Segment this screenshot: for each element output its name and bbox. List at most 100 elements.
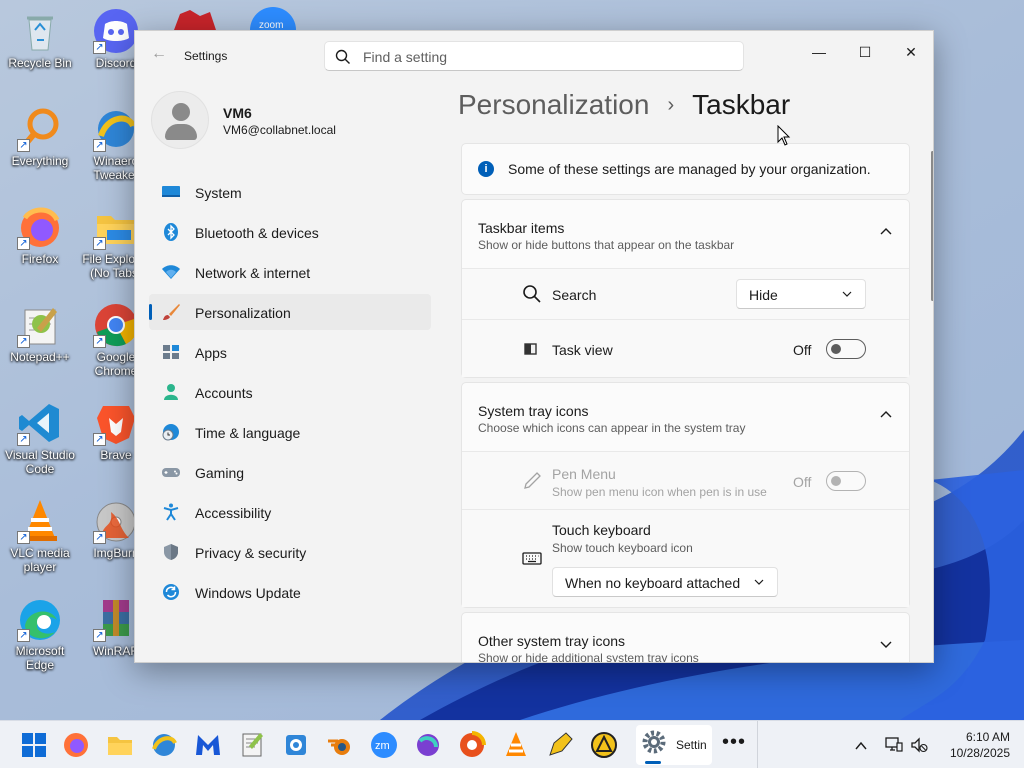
sidebar-item-label: Bluetooth & devices — [195, 225, 319, 241]
apps-icon — [163, 345, 179, 359]
vlc-icon: ↗ — [17, 498, 63, 544]
task-view-toggle[interactable] — [826, 339, 866, 359]
chevron-up-icon[interactable] — [879, 407, 893, 421]
search-box[interactable] — [324, 41, 744, 71]
search-input[interactable] — [363, 47, 733, 67]
user-profile[interactable]: VM6 VM6@collabnet.local — [151, 91, 431, 151]
sidebar-item-label: Privacy & security — [195, 545, 307, 561]
desktop-icon-recycle-bin[interactable]: Recycle Bin — [2, 8, 78, 70]
back-arrow-icon[interactable]: ← — [151, 45, 167, 63]
shortcut-arrow-icon: ↗ — [93, 531, 106, 544]
taskbar-firefox-icon[interactable] — [60, 729, 92, 761]
group-subtitle: Show or hide additional system tray icon… — [478, 651, 699, 663]
svg-text:zm: zm — [375, 740, 390, 752]
search-visibility-dropdown[interactable]: Hide — [736, 279, 866, 309]
taskbar-zoom-icon[interactable]: zm — [368, 729, 400, 761]
taskbar-malwarebytes-icon[interactable] — [192, 729, 224, 761]
sidebar-item-network[interactable]: Network & internet — [149, 254, 431, 290]
sidebar-item-label: System — [195, 185, 242, 201]
sidebar-item-accessibility[interactable]: Accessibility — [149, 494, 431, 530]
chevron-down-icon[interactable] — [879, 637, 893, 651]
system-tray-group: System tray icons Choose which icons can… — [461, 382, 910, 608]
start-button[interactable] — [18, 729, 50, 761]
user-email: VM6@collabnet.local — [223, 123, 336, 137]
discord-icon: ↗ — [93, 8, 139, 54]
shortcut-arrow-icon: ↗ — [93, 237, 106, 250]
taskbar-settings-button[interactable]: Settin — [636, 725, 712, 765]
sidebar-item-gaming[interactable]: Gaming — [149, 454, 431, 490]
chevron-up-icon[interactable] — [854, 739, 868, 753]
desktop-icon-vscode[interactable]: ↗ Visual Studio Code — [2, 400, 78, 476]
taskbar-blender-icon[interactable] — [324, 729, 356, 761]
sidebar-item-label: Personalization — [195, 305, 291, 321]
sidebar-item-apps[interactable]: Apps — [149, 334, 431, 370]
breadcrumb-parent[interactable]: Personalization — [458, 89, 649, 120]
desktop-icon-firefox[interactable]: ↗ Firefox — [2, 204, 78, 266]
taskbar-warning-app-icon[interactable] — [588, 729, 620, 761]
sidebar-item-accounts[interactable]: Accounts — [149, 374, 431, 410]
firefox-icon: ↗ — [17, 204, 63, 250]
minimize-button[interactable]: — — [796, 37, 842, 67]
recycle-bin-icon — [17, 8, 63, 54]
desktop-icon-edge[interactable]: ↗ Microsoft Edge — [2, 596, 78, 672]
group-subtitle: Choose which icons can appear in the sys… — [478, 421, 746, 435]
taskbar-notepad-plus-icon[interactable] — [236, 729, 268, 761]
other-tray-header[interactable]: Other system tray icons Show or hide add… — [462, 613, 909, 663]
other-tray-group: Other system tray icons Show or hide add… — [461, 612, 910, 663]
svg-text:zoom: zoom — [259, 20, 283, 30]
sidebar-item-system[interactable]: System — [149, 174, 431, 210]
maximize-button[interactable]: ☐ — [842, 37, 888, 67]
close-button[interactable]: ✕ — [888, 37, 933, 67]
taskbar-tweak-tool-icon[interactable] — [280, 729, 312, 761]
settings-content: i Some of these settings are managed by … — [461, 143, 910, 663]
sidebar-item-privacy[interactable]: Privacy & security — [149, 534, 431, 570]
taskbar-vlc-icon[interactable] — [500, 729, 532, 761]
touch-keyboard-dropdown[interactable]: When no keyboard attached — [552, 567, 778, 597]
desktop-icon-partial[interactable] — [170, 6, 220, 30]
network-icon[interactable] — [885, 737, 903, 753]
shortcut-arrow-icon: ↗ — [17, 237, 30, 250]
shortcut-arrow-icon: ↗ — [93, 629, 106, 642]
desktop-icon-label: Everything — [11, 154, 69, 168]
wifi-icon — [162, 265, 180, 279]
sidebar-nav: System Bluetooth & devices Network & int… — [149, 174, 431, 614]
breadcrumb: Personalization › Taskbar — [458, 89, 790, 129]
chevron-up-icon[interactable] — [879, 224, 893, 238]
system-tray-header[interactable]: System tray icons Choose which icons can… — [462, 383, 909, 451]
desktop-icon-everything[interactable]: ↗ Everything — [2, 106, 78, 168]
taskbar-overflow-button[interactable]: ••• — [722, 731, 746, 754]
sidebar-item-personalization[interactable]: Personalization — [149, 294, 431, 330]
volume-muted-icon[interactable] — [910, 737, 928, 753]
taskbar-winaero-icon[interactable] — [148, 729, 180, 761]
pen-menu-description: Show pen menu icon when pen is in use — [552, 485, 767, 499]
notice-text: Some of these settings are managed by yo… — [508, 161, 871, 177]
shortcut-arrow-icon: ↗ — [93, 335, 106, 348]
system-clock[interactable]: 6:10 AM 10/28/2025 — [930, 729, 1010, 761]
taskbar-file-explorer-icon[interactable] — [104, 729, 136, 761]
accounts-icon — [164, 384, 178, 400]
toggle-state-label: Off — [793, 474, 812, 490]
title-bar[interactable]: ← Settings — ☐ ✕ — [135, 31, 933, 79]
taskbar-app-icon[interactable] — [412, 729, 444, 761]
desktop-icon-vlc[interactable]: ↗ VLC media player — [2, 498, 78, 574]
desktop-icon-label: Recycle Bin — [8, 56, 72, 70]
info-icon: i — [478, 161, 494, 177]
touch-keyboard-label: Touch keyboard — [552, 522, 651, 538]
desktop-icon-label: Microsoft Edge — [15, 644, 65, 672]
sidebar-item-label: Time & language — [195, 425, 301, 441]
clock-date: 10/28/2025 — [949, 746, 1010, 760]
desktop-icon-notepad-plus-plus[interactable]: ↗ Notepad++ — [2, 302, 78, 364]
taskbar-pen-tool-icon[interactable] — [544, 729, 576, 761]
sidebar-item-time-language[interactable]: Time & language — [149, 414, 431, 450]
sidebar-item-windows-update[interactable]: Windows Update — [149, 574, 431, 610]
toggle-state-label: Off — [793, 342, 812, 358]
pen-menu-toggle[interactable] — [826, 471, 866, 491]
winaero-tweaker-icon: ↗ — [93, 106, 139, 152]
chevron-down-icon — [754, 579, 764, 585]
desktop-icon-zoom[interactable]: zoom — [248, 6, 298, 31]
sidebar-item-bluetooth[interactable]: Bluetooth & devices — [149, 214, 431, 250]
taskbar-items-header[interactable]: Taskbar items Show or hide buttons that … — [462, 200, 909, 268]
brave-icon: ↗ — [93, 400, 139, 446]
scrollbar[interactable] — [931, 151, 933, 301]
taskbar-chrome-style-icon[interactable] — [456, 729, 488, 761]
